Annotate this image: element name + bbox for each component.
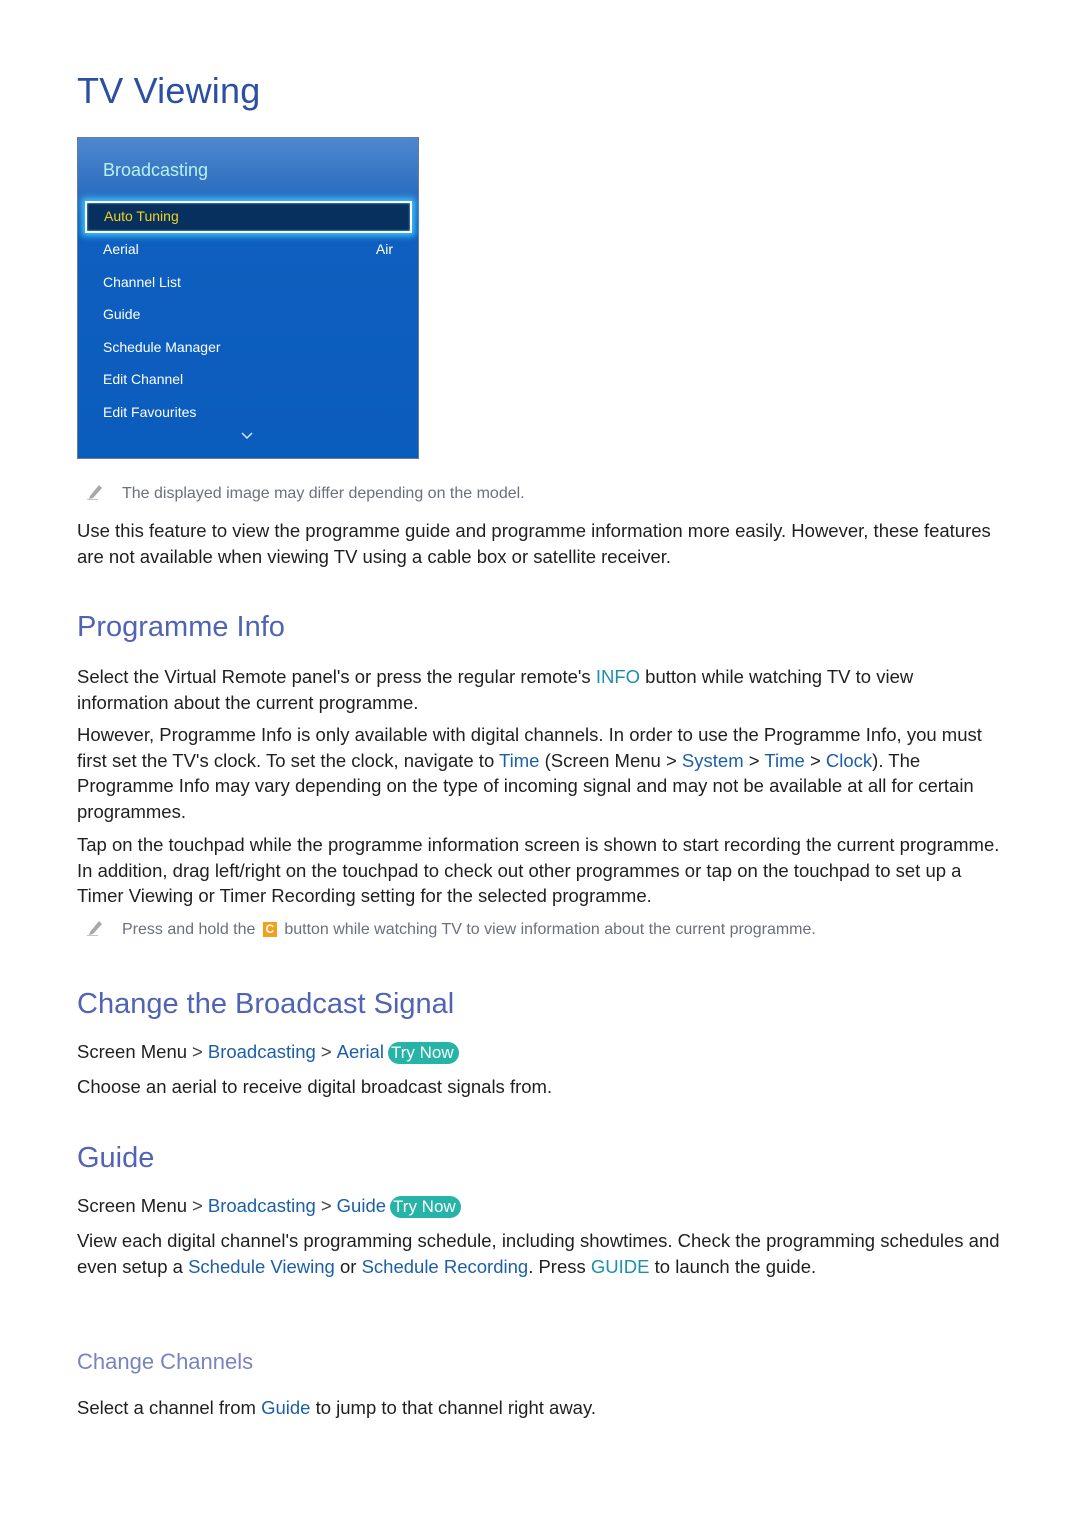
note-text: Press and hold the bbox=[122, 921, 260, 938]
broadcast-signal-paragraph: Choose an aerial to receive digital broa… bbox=[77, 1076, 553, 1097]
menu-item-label: Guide bbox=[103, 306, 141, 322]
section-heading-programme-info: Programme Info bbox=[77, 611, 285, 643]
text: Select the Virtual Remote panel's or pre… bbox=[77, 666, 596, 687]
guide-key: GUIDE bbox=[590, 1255, 650, 1277]
guide-paragraph: View each digital channel's programming … bbox=[77, 1228, 1007, 1279]
intro-paragraph: Use this feature to view the programme g… bbox=[77, 520, 991, 567]
time-link[interactable]: Time bbox=[499, 750, 539, 771]
broadcasting-menu-image: Broadcasting Auto Tuning Aerial Air Chan… bbox=[77, 137, 419, 459]
menu-item-guide[interactable]: Guide bbox=[103, 304, 393, 324]
text: to launch the guide. bbox=[649, 1255, 817, 1277]
breadcrumb-guide: Screen Menu > Broadcasting > Guide Try Now bbox=[77, 1195, 461, 1218]
menu-item-edit-favourites[interactable]: Edit Favourites bbox=[103, 402, 393, 422]
menu-item-label: Edit Favourites bbox=[103, 404, 197, 420]
clock-link[interactable]: Clock bbox=[826, 750, 872, 771]
time-menu-link[interactable]: Time bbox=[764, 750, 804, 771]
note-text: button while watching TV to view informa… bbox=[279, 921, 816, 938]
page-title: TV Viewing bbox=[77, 70, 261, 111]
chevron-right-icon: > bbox=[192, 1041, 203, 1062]
text: to jump to that channel right away. bbox=[310, 1397, 596, 1418]
try-now-button[interactable]: Try Now bbox=[390, 1196, 461, 1218]
schedule-viewing-link[interactable]: Schedule Viewing bbox=[188, 1256, 335, 1277]
section-heading-broadcast-signal: Change the Broadcast Signal bbox=[77, 988, 455, 1020]
menu-item-auto-tuning[interactable]: Auto Tuning bbox=[85, 201, 412, 233]
menu-item-label: Aerial bbox=[103, 241, 139, 257]
menu-item-schedule-manager[interactable]: Schedule Manager bbox=[103, 337, 393, 357]
breadcrumb-link-broadcasting[interactable]: Broadcasting bbox=[208, 1195, 316, 1216]
text: (Screen Menu bbox=[539, 749, 661, 771]
programme-info-note: Press and hold the C button while watchi… bbox=[86, 918, 816, 939]
c-button-icon: C bbox=[262, 922, 277, 937]
subsection-heading-change-channels: Change Channels bbox=[77, 1349, 254, 1374]
schedule-recording-link[interactable]: Schedule Recording bbox=[362, 1256, 529, 1277]
menu-item-label: Schedule Manager bbox=[103, 339, 221, 355]
guide-link[interactable]: Guide bbox=[261, 1397, 310, 1418]
try-now-button[interactable]: Try Now bbox=[387, 1042, 459, 1064]
programme-info-paragraph-1: Select the Virtual Remote panel's or pre… bbox=[77, 664, 1007, 715]
breadcrumb-aerial: Screen Menu > Broadcasting > Aerial Try Now bbox=[77, 1041, 459, 1064]
separator: > bbox=[809, 749, 821, 771]
section-heading-guide: Guide bbox=[77, 1142, 155, 1174]
menu-item-aerial[interactable]: Aerial Air bbox=[103, 239, 393, 259]
info-key: INFO bbox=[595, 666, 641, 687]
image-note: The displayed image may differ depending… bbox=[86, 482, 525, 503]
breadcrumb-link-broadcasting[interactable]: Broadcasting bbox=[208, 1041, 316, 1062]
breadcrumb-item: Screen Menu bbox=[77, 1195, 188, 1216]
system-link[interactable]: System bbox=[682, 750, 744, 771]
text: Select a channel from bbox=[77, 1397, 262, 1418]
menu-item-label: Edit Channel bbox=[103, 371, 184, 387]
menu-item-edit-channel[interactable]: Edit Channel bbox=[103, 369, 393, 389]
text: . Press bbox=[528, 1255, 591, 1277]
breadcrumb-link-guide[interactable]: Guide bbox=[337, 1195, 386, 1216]
chevron-right-icon: > bbox=[320, 1041, 332, 1062]
menu-header: Broadcasting bbox=[103, 160, 209, 180]
menu-item-channel-list[interactable]: Channel List bbox=[103, 272, 393, 292]
breadcrumb-item: Screen Menu bbox=[77, 1041, 188, 1062]
pencil-icon bbox=[87, 485, 102, 500]
pencil-icon bbox=[87, 921, 102, 936]
menu-item-label: Auto Tuning bbox=[104, 208, 179, 224]
note-text: The displayed image may differ depending… bbox=[122, 485, 525, 502]
chevron-right-icon: > bbox=[320, 1195, 332, 1216]
menu-item-label: Channel List bbox=[103, 274, 181, 290]
chevron-right-icon: > bbox=[192, 1195, 203, 1216]
programme-info-paragraph-2: However, Programme Info is only availabl… bbox=[77, 722, 1007, 824]
programme-info-paragraph-3: Tap on the touchpad while the programme … bbox=[77, 834, 1000, 906]
separator: > bbox=[748, 749, 760, 771]
menu-item-value: Air bbox=[375, 241, 393, 257]
chevron-down-icon[interactable] bbox=[240, 431, 254, 441]
breadcrumb-link-aerial[interactable]: Aerial bbox=[337, 1041, 384, 1062]
change-channels-paragraph: Select a channel from Guide to jump to t… bbox=[77, 1395, 1007, 1421]
text: or bbox=[334, 1255, 362, 1277]
separator: > bbox=[665, 749, 677, 771]
